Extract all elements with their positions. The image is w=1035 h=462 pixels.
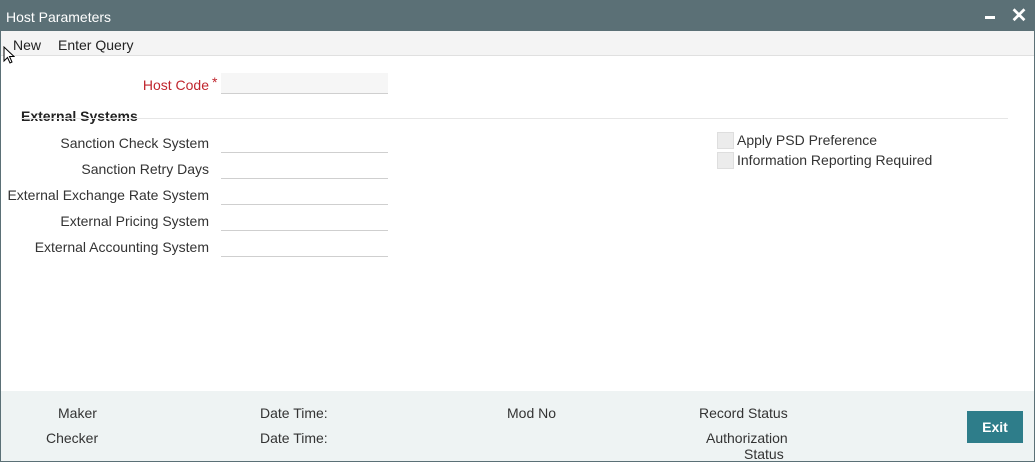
host-code-input[interactable]	[221, 73, 388, 94]
sanction-retry-days-label: Sanction Retry Days	[81, 161, 209, 177]
mod-no-label: Mod No	[507, 405, 557, 421]
authorization-status-label-line1: Authorization	[706, 430, 788, 446]
mouse-pointer-icon	[3, 46, 15, 64]
external-exchange-rate-system-input[interactable]	[221, 184, 388, 205]
external-exchange-rate-system-label: External Exchange Rate System	[7, 187, 209, 203]
toolbar: New Enter Query	[1, 31, 1034, 56]
new-button[interactable]: New	[13, 37, 41, 53]
checker-date-time-label: Date Time:	[260, 430, 328, 446]
checker-label: Checker	[46, 430, 99, 446]
maker-label: Maker	[58, 405, 97, 421]
window-title: Host Parameters	[6, 9, 112, 25]
section-divider	[21, 118, 1008, 119]
host-code-label: Host Code	[101, 77, 209, 93]
sanction-retry-days-input[interactable]	[221, 158, 388, 179]
information-reporting-required-label: Information Reporting Required	[737, 152, 933, 168]
sanction-check-system-label: Sanction Check System	[60, 135, 209, 151]
authorization-status-label-line2: Status	[744, 446, 784, 462]
external-pricing-system-input[interactable]	[221, 210, 388, 231]
enter-query-button[interactable]: Enter Query	[58, 37, 133, 53]
record-status-label: Record Status	[699, 405, 788, 421]
maker-date-time-label: Date Time:	[260, 405, 328, 421]
external-systems-heading: External Systems	[21, 108, 138, 124]
title-bar: Host Parameters ✕	[1, 1, 1034, 31]
close-icon[interactable]: ✕	[1009, 5, 1029, 27]
sanction-check-system-input[interactable]	[221, 132, 388, 153]
host-parameters-window: Host Parameters ✕ New Enter Query Host C…	[0, 0, 1035, 462]
external-pricing-system-label: External Pricing System	[60, 213, 209, 229]
audit-footer: Maker Checker Date Time: Date Time: Mod …	[1, 391, 1034, 462]
information-reporting-required-checkbox[interactable]	[717, 152, 734, 169]
apply-psd-preference-checkbox[interactable]	[717, 132, 734, 149]
host-code-label-text: Host Code	[142, 77, 209, 93]
apply-psd-preference-label: Apply PSD Preference	[737, 132, 878, 148]
minimize-icon[interactable]	[981, 5, 1001, 27]
external-accounting-system-label: External Accounting System	[34, 239, 209, 255]
required-star: *	[212, 74, 218, 90]
external-accounting-system-input[interactable]	[221, 236, 388, 257]
exit-button[interactable]: Exit	[967, 411, 1023, 443]
